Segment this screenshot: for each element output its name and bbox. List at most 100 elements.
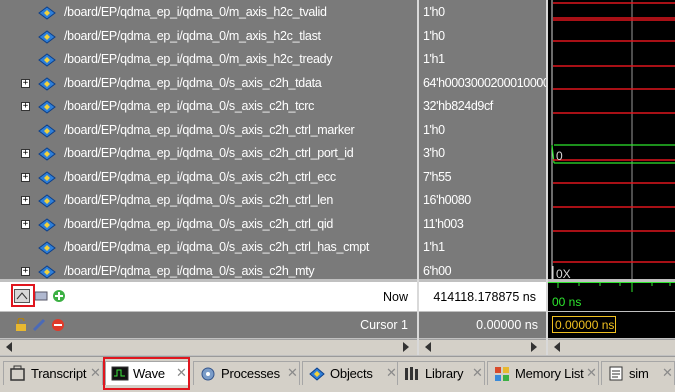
- signal-value-row[interactable]: 1'h1: [419, 48, 546, 71]
- scroll-right-icon[interactable]: [531, 342, 537, 352]
- now-value: 414118.178875 ns: [433, 290, 536, 304]
- signal-value: 7'h55: [423, 169, 452, 184]
- signal-name: /board/EP/qdma_ep_i/qdma_0/m_axis_h2c_tr…: [64, 52, 333, 66]
- scroll-left-icon[interactable]: [425, 342, 431, 352]
- signal-value-pane[interactable]: 1'h0 1'h0 1'h1 64'h0003000200010000 32'hb824…: [419, 0, 546, 279]
- signal-value-row[interactable]: 6'h00: [419, 260, 546, 280]
- signal-row[interactable]: /board/EP/qdma_ep_i/qdma_0/m_axis_h2c_tv…: [0, 1, 417, 24]
- signal-value: 6'h00: [423, 263, 452, 278]
- signal-value: 1'h0: [423, 5, 445, 19]
- tab-processes[interactable]: Processes ✕: [193, 361, 300, 385]
- signal-value-row[interactable]: 64'h0003000200010000: [419, 72, 546, 95]
- tab-label: Memory List: [515, 366, 584, 381]
- now-row: Now: [0, 282, 417, 311]
- close-icon[interactable]: ✕: [586, 365, 597, 381]
- signal-value-row[interactable]: 3'h0: [419, 142, 546, 165]
- expand-toggle-icon[interactable]: +: [21, 219, 30, 229]
- signal-value-row[interactable]: 11'h003: [419, 213, 546, 236]
- cursor-value: 0.00000 ns: [476, 318, 538, 332]
- expand-toggle-icon[interactable]: +: [21, 196, 30, 205]
- signal-name: /board/EP/qdma_ep_i/qdma_0/s_axis_c2h_ct…: [64, 169, 336, 184]
- tab-bar: Transcript ✕ Wave ✕ Processes ✕ Objects ✕ Librar…: [0, 356, 675, 392]
- scroll-right-icon[interactable]: [403, 342, 409, 352]
- signal-name-pane[interactable]: /board/EP/qdma_ep_i/qdma_0/m_axis_h2c_tv…: [0, 0, 417, 279]
- signal-row[interactable]: + /board/EP/qdma_ep_i/qdma_0/s_axis_c2h_m…: [0, 260, 417, 280]
- signal-name: /board/EP/qdma_ep_i/qdma_0/s_axis_c2h_ct…: [64, 240, 370, 254]
- now-label: Now: [382, 290, 408, 304]
- tab-objects[interactable]: Objects ✕: [302, 361, 399, 385]
- tab-sim[interactable]: sim ✕: [601, 361, 675, 385]
- cursor-value-cell: 0.00000 ns: [419, 312, 546, 338]
- expand-toggle-icon[interactable]: +: [21, 78, 30, 88]
- signal-name: /board/EP/qdma_ep_i/qdma_0/s_axis_c2h_mt…: [64, 263, 315, 278]
- tab-label: Processes: [221, 366, 280, 381]
- signal-value: 11'h003: [423, 216, 464, 231]
- close-icon[interactable]: ✕: [287, 365, 298, 381]
- close-icon[interactable]: ✕: [472, 365, 483, 381]
- add-cursor-icon[interactable]: [34, 289, 50, 303]
- tab-transcript[interactable]: Transcript ✕: [3, 361, 103, 385]
- signal-name: /board/EP/qdma_ep_i/qdma_0/s_axis_c2h_ct…: [64, 193, 334, 207]
- signal-value: 1'h1: [423, 52, 445, 66]
- names-hscrollbar[interactable]: [0, 339, 417, 355]
- expand-toggle-icon[interactable]: +: [21, 266, 30, 276]
- signal-value-row[interactable]: 16'h0080: [419, 189, 546, 212]
- signal-icon: [37, 216, 57, 233]
- signal-value-row[interactable]: 1'h0: [419, 25, 546, 48]
- expand-toggle-icon[interactable]: +: [21, 149, 30, 158]
- signal-name: /board/EP/qdma_ep_i/qdma_0/s_axis_c2h_tc…: [64, 99, 315, 113]
- tab-label: Transcript: [31, 366, 87, 381]
- tab-library[interactable]: Library ✕: [397, 361, 485, 385]
- highlight-box: [11, 284, 35, 307]
- lock-icon[interactable]: [14, 317, 30, 332]
- cursor-flag-label: 0.00000 ns: [555, 318, 615, 332]
- signal-name: /board/EP/qdma_ep_i/qdma_0/s_axis_c2h_ct…: [64, 146, 354, 160]
- now-value-cell: 414118.178875 ns: [419, 282, 546, 311]
- wave-value-label: 0: [556, 149, 563, 163]
- signal-row[interactable]: + /board/EP/qdma_ep_i/qdma_0/s_axis_c2h_t…: [0, 95, 417, 118]
- signal-row[interactable]: /board/EP/qdma_ep_i/qdma_0/s_axis_c2h_ct…: [0, 236, 417, 259]
- delete-cursor-icon[interactable]: [51, 318, 67, 332]
- signal-icon: [37, 122, 57, 139]
- expand-toggle-icon[interactable]: +: [21, 102, 30, 111]
- edit-cursor-icon[interactable]: [32, 318, 48, 332]
- signal-row[interactable]: + /board/EP/qdma_ep_i/qdma_0/s_axis_c2h_c…: [0, 142, 417, 165]
- tab-label: Library: [425, 366, 464, 381]
- scroll-left-icon[interactable]: [6, 342, 12, 352]
- signal-icon: [37, 51, 57, 68]
- close-icon[interactable]: ✕: [90, 365, 101, 381]
- wave-hscrollbar[interactable]: [548, 339, 675, 355]
- signal-value-row[interactable]: 7'h55: [419, 166, 546, 189]
- signal-row[interactable]: /board/EP/qdma_ep_i/qdma_0/m_axis_h2c_tl…: [0, 25, 417, 48]
- signal-value: 16'h0080: [423, 193, 471, 207]
- close-icon[interactable]: ✕: [662, 365, 673, 381]
- transcript-icon: [9, 365, 27, 382]
- signal-row[interactable]: + /board/EP/qdma_ep_i/qdma_0/s_axis_c2h_c…: [0, 189, 417, 212]
- signal-row[interactable]: + /board/EP/qdma_ep_i/qdma_0/s_axis_c2h_c…: [0, 213, 417, 236]
- signal-value-row[interactable]: 1'h0: [419, 119, 546, 142]
- signal-icon: [37, 192, 57, 209]
- signal-icon: [37, 239, 57, 256]
- close-icon[interactable]: ✕: [386, 365, 397, 381]
- cursor-flag[interactable]: 0.00000 ns: [552, 316, 616, 333]
- timeline-ruler[interactable]: 00 ns: [548, 282, 675, 311]
- scroll-left-icon[interactable]: [554, 342, 560, 352]
- expand-toggle-icon[interactable]: +: [21, 172, 30, 182]
- signal-value-row[interactable]: 32'hb824d9cf: [419, 95, 546, 118]
- signal-value-row[interactable]: 1'h1: [419, 236, 546, 259]
- add-plus-icon[interactable]: [52, 289, 68, 303]
- signal-row[interactable]: + /board/EP/qdma_ep_i/qdma_0/s_axis_c2h_c…: [0, 166, 417, 189]
- signal-icon: [37, 263, 57, 280]
- signal-row[interactable]: + /board/EP/qdma_ep_i/qdma_0/s_axis_c2h_t…: [0, 72, 417, 95]
- tab-memory-list[interactable]: Memory List ✕: [487, 361, 599, 385]
- signal-row[interactable]: /board/EP/qdma_ep_i/qdma_0/s_axis_c2h_ct…: [0, 119, 417, 142]
- processes-icon: [199, 365, 217, 382]
- signal-row[interactable]: /board/EP/qdma_ep_i/qdma_0/m_axis_h2c_tr…: [0, 48, 417, 71]
- waveform-canvas: 0 0X: [551, 0, 675, 279]
- waveform-pane[interactable]: 0 0X: [548, 0, 675, 279]
- cursor-lane[interactable]: 0.00000 ns: [548, 312, 675, 338]
- cursor-label: Cursor 1: [360, 318, 408, 332]
- signal-value-row[interactable]: 1'h0: [419, 1, 546, 24]
- memory-list-icon: [493, 365, 511, 382]
- values-hscrollbar[interactable]: [419, 339, 546, 355]
